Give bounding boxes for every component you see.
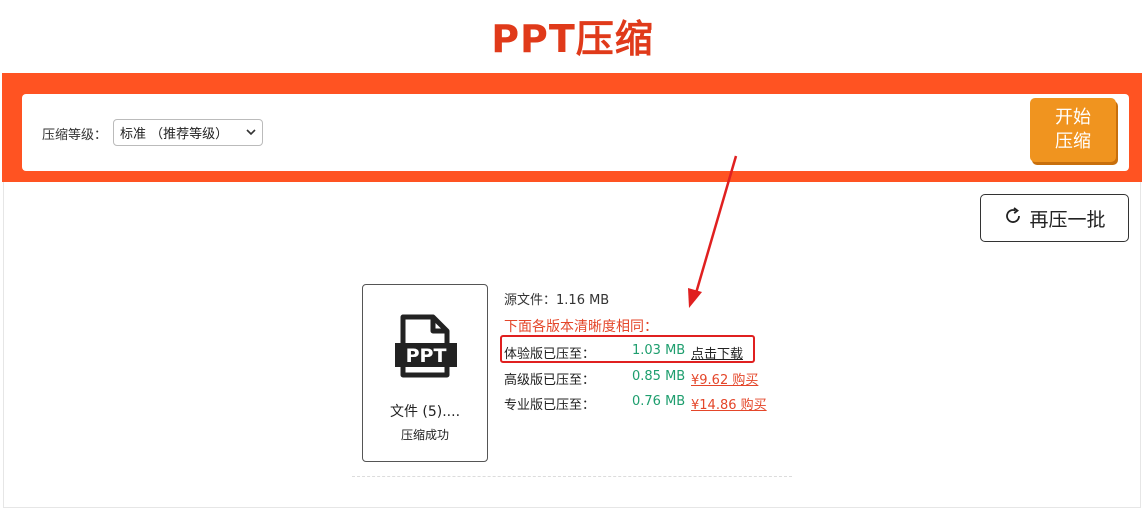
row-label: 高级版已压至： xyxy=(504,373,596,388)
row-size: 0.76 MB xyxy=(632,394,686,409)
start-compress-label-2: 压缩 xyxy=(1055,131,1091,152)
recompress-batch-button[interactable]: 再压一批 xyxy=(980,194,1129,242)
file-name: 文件 (5).... xyxy=(389,404,461,420)
result-row-pro: 专业版已压至： 0.76 MB ¥14.86 购买 xyxy=(504,394,767,413)
result-row-advanced: 高级版已压至： 0.85 MB ¥9.62 购买 xyxy=(504,369,758,388)
recompress-batch-label: 再压一批 xyxy=(1029,208,1106,231)
source-size-line: 源文件：1.16 MB xyxy=(504,289,609,308)
page-title: PPT压缩 xyxy=(491,17,654,61)
file-card: PPT 文件 (5).... 压缩成功 xyxy=(362,284,488,462)
buy-pro-link[interactable]: ¥14.86 购买 xyxy=(691,394,767,413)
compress-level-select[interactable]: 标准 （推荐等级） xyxy=(113,119,263,146)
compress-level-value: 标准 （推荐等级） xyxy=(120,127,229,142)
buy-advanced-link[interactable]: ¥9.62 购买 xyxy=(691,369,758,388)
source-size-value: 1.16 MB xyxy=(556,293,610,308)
annotation-arrow xyxy=(688,155,738,308)
highlight-box xyxy=(500,335,755,363)
file-status: 压缩成功 xyxy=(400,428,449,442)
quality-note: 下面各版本清晰度相同： xyxy=(504,319,658,335)
ppt-file-icon: PPT xyxy=(393,313,459,383)
start-compress-button[interactable]: 开始 压缩 xyxy=(1030,98,1116,162)
row-label: 专业版已压至： xyxy=(504,398,596,413)
start-compress-label-1: 开始 xyxy=(1055,107,1091,128)
compress-level-label: 压缩等级： xyxy=(42,128,108,143)
options-panel: 压缩等级： 标准 （推荐等级） 开始 压缩 xyxy=(22,94,1129,171)
chevron-down-icon xyxy=(246,125,256,140)
ppt-icon-text: PPT xyxy=(406,345,447,367)
divider xyxy=(352,476,792,477)
row-size: 0.85 MB xyxy=(632,369,686,384)
refresh-icon xyxy=(1003,206,1023,231)
source-size-label: 源文件： xyxy=(504,293,557,308)
